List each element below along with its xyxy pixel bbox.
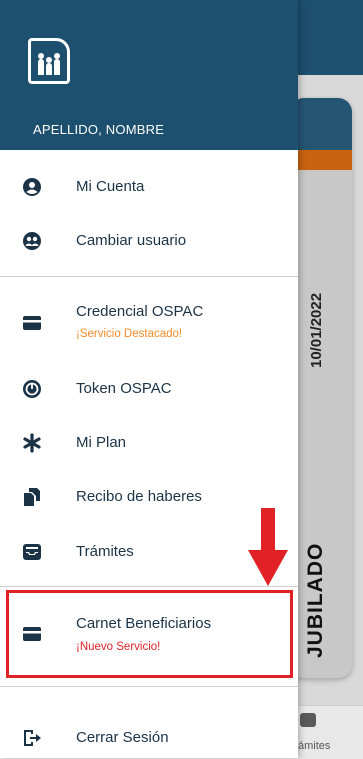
menu-item-cerrar-sesion[interactable]: Cerrar Sesión xyxy=(0,704,298,758)
card-stripe xyxy=(290,150,352,170)
tramites-nav-icon[interactable] xyxy=(300,713,316,727)
menu-item-mi-cuenta[interactable]: Mi Cuenta xyxy=(0,160,298,214)
token-icon xyxy=(23,380,41,398)
user-name: APELLIDO, NOMBRE xyxy=(33,122,165,137)
ospac-logo xyxy=(28,38,70,84)
menu-divider xyxy=(0,686,298,687)
switch-user-icon xyxy=(23,232,41,250)
account-circle-icon xyxy=(23,178,41,196)
tramites-nav-label[interactable]: ámites xyxy=(298,740,330,752)
asterisk-icon xyxy=(23,433,41,453)
menu-item-label: Mi Plan xyxy=(76,434,127,451)
menu-item-token-ospac[interactable]: Token OSPAC xyxy=(0,362,298,416)
card-date: 10/01/2022 xyxy=(308,292,325,368)
menu-item-label: Mi Cuenta xyxy=(76,178,145,195)
menu-item-label: Cerrar Sesión xyxy=(76,729,169,746)
logout-icon xyxy=(24,730,41,746)
menu-item-label: Cambiar usuario xyxy=(76,232,187,249)
menu-item-credencial-ospac[interactable]: Credencial OSPAC ¡Servicio Destacado! xyxy=(0,293,298,355)
menu-divider xyxy=(0,276,298,277)
receipts-icon xyxy=(24,488,40,506)
menu-item-label: Credencial OSPAC xyxy=(76,303,204,320)
navigation-drawer: APELLIDO, NOMBRE Mi Cuenta Cambiar usuar… xyxy=(0,0,298,758)
membership-card[interactable]: 10/01/2022 JUBILADO xyxy=(290,98,352,678)
menu-item-mi-plan[interactable]: Mi Plan xyxy=(0,416,298,470)
menu-item-label: Token OSPAC xyxy=(76,380,172,397)
highlight-box xyxy=(6,590,293,678)
menu-item-cambiar-usuario[interactable]: Cambiar usuario xyxy=(0,215,298,269)
featured-service-badge: ¡Servicio Destacado! xyxy=(76,328,183,340)
inbox-tray-icon xyxy=(23,544,41,560)
drawer-header: APELLIDO, NOMBRE xyxy=(0,0,298,150)
menu-item-label: Trámites xyxy=(76,543,134,560)
red-arrow-down-icon xyxy=(248,508,288,586)
menu-item-label: Recibo de haberes xyxy=(76,488,202,505)
card-status: JUBILADO xyxy=(304,542,327,658)
menu-divider xyxy=(0,586,298,587)
card-header xyxy=(290,98,352,150)
credit-card-icon xyxy=(23,316,41,330)
